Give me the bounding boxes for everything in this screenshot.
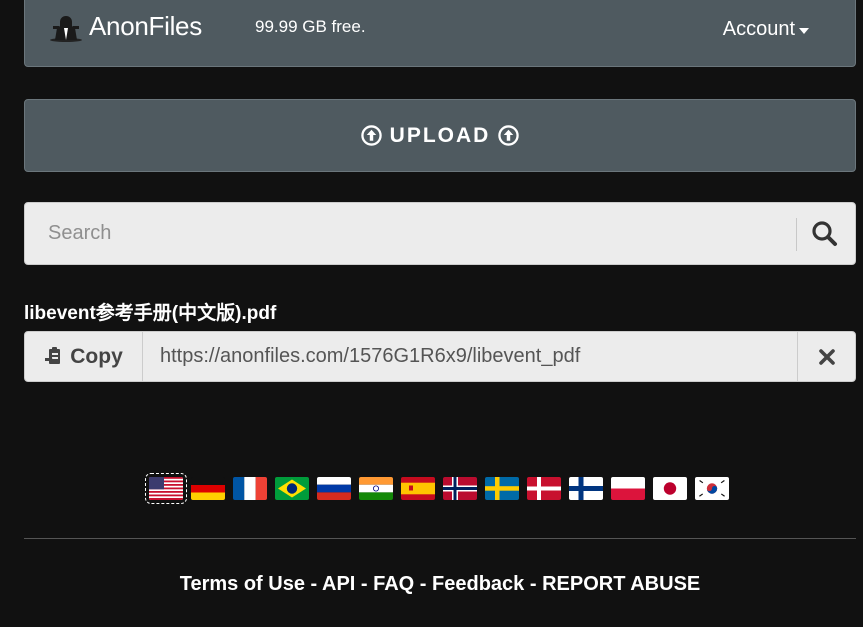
faq-link[interactable]: FAQ — [373, 573, 414, 595]
account-menu[interactable]: Account — [723, 18, 809, 41]
upload-button[interactable]: UPLOAD — [24, 99, 856, 172]
flag-in[interactable] — [359, 476, 393, 500]
footer-divider — [24, 538, 856, 539]
flag-se[interactable] — [485, 476, 519, 500]
footer-separator: - — [355, 573, 374, 595]
search-input[interactable] — [25, 203, 797, 264]
report-abuse-link[interactable]: REPORT ABUSE — [542, 573, 700, 595]
feedback-link[interactable]: Feedback — [432, 573, 524, 595]
circle-arrow-up-icon — [360, 125, 382, 146]
hooded-figure-icon — [50, 15, 82, 42]
copy-label: Copy — [70, 344, 123, 368]
search-divider — [796, 218, 797, 251]
api-link[interactable]: API — [322, 573, 355, 595]
search-box — [24, 202, 856, 265]
close-icon — [818, 348, 835, 365]
copy-button[interactable]: Copy — [25, 332, 143, 381]
file-link-group: Copy — [24, 331, 856, 382]
flag-fi[interactable] — [569, 476, 603, 500]
flag-jp[interactable] — [653, 476, 687, 500]
footer-separator: - — [414, 573, 433, 595]
brand[interactable]: AnonFiles — [49, 11, 202, 42]
language-flags — [145, 469, 737, 507]
flag-no[interactable] — [443, 476, 477, 500]
footer-separator: - — [304, 573, 322, 595]
flag-us[interactable] — [145, 472, 187, 504]
flag-kr[interactable] — [695, 476, 729, 500]
flag-br[interactable] — [275, 476, 309, 500]
flag-ru[interactable] — [317, 476, 351, 500]
caret-down-icon — [799, 28, 809, 34]
terms-link[interactable]: Terms of Use — [180, 573, 305, 595]
flag-de[interactable] — [191, 476, 225, 500]
flag-es[interactable] — [401, 476, 435, 500]
circle-arrow-up-icon — [498, 125, 520, 146]
footer-separator: - — [524, 573, 543, 595]
file-link-field[interactable] — [143, 332, 798, 381]
clipboard-icon — [45, 346, 61, 364]
flag-pl[interactable] — [611, 476, 645, 500]
free-space-label: 99.99 GB free. — [255, 17, 366, 36]
upload-label: UPLOAD — [389, 123, 491, 147]
brand-name: AnonFiles — [89, 11, 202, 41]
close-button[interactable] — [797, 332, 855, 381]
flag-dk[interactable] — [527, 476, 561, 500]
footer-links: Terms of Use - API - FAQ - Feedback - RE… — [0, 573, 863, 596]
navbar: AnonFiles 99.99 GB free. Account — [24, 0, 856, 67]
account-label: Account — [722, 18, 795, 40]
search-icon[interactable] — [807, 216, 843, 252]
flag-fr[interactable] — [233, 476, 267, 500]
file-title: libevent参考手册(中文版).pdf — [24, 303, 277, 324]
